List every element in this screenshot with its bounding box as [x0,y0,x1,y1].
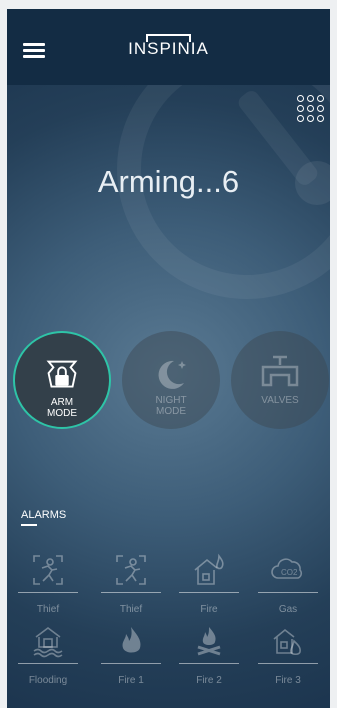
alarm-divider [179,663,239,664]
alarm-label: Flooding [28,675,68,686]
svg-text:CO2: CO2 [281,568,298,577]
valves-label: VALVES [261,395,299,406]
house-fire-icon [273,628,301,656]
top-bar: INSPINIA [7,9,330,85]
alarm-divider [179,592,239,593]
arm-mode-label: ARM MODE [47,397,77,419]
alarms-section-title: ALARMS [21,509,67,521]
alarm-divider [258,663,318,664]
alarm-label: Thief [36,604,60,615]
thief-icon [33,555,63,585]
alarm-thief-1[interactable]: Thief [12,552,84,620]
valves-button[interactable]: VALVES [231,331,329,429]
logo-text: INSPINIA [124,34,213,59]
co2-icon: CO2 [271,558,303,579]
alarm-label: Thief [119,604,143,615]
flame-icon [122,627,141,653]
alarm-label: Fire 3 [275,675,301,686]
alarm-fire-2[interactable]: Fire 2 [173,623,245,691]
alarm-fire[interactable]: Fire [173,552,245,620]
alarm-divider [18,592,78,593]
arming-status-text: Arming...6 [97,164,240,199]
apps-grid-icon[interactable] [297,95,327,125]
alarms-title-underline [21,524,37,526]
night-mode-button[interactable]: NIGHT MODE [122,331,220,429]
campfire-icon [197,627,221,656]
app-logo: INSPINIA [7,34,330,59]
moon-icon [158,360,186,389]
alarm-divider [101,592,161,593]
alarm-fire-1[interactable]: Fire 1 [95,623,167,691]
valve-icon [261,355,299,387]
house-fire-icon [194,553,224,585]
alarm-divider [18,663,78,664]
alarm-label: Fire 2 [196,675,222,686]
flood-icon [33,627,63,658]
alarm-divider [101,663,161,664]
alarm-fire-3[interactable]: Fire 3 [252,623,324,691]
night-mode-label: NIGHT MODE [155,395,187,417]
alarm-thief-2[interactable]: Thief [95,552,167,620]
arm-mode-button[interactable]: ARM MODE [13,331,111,429]
alarm-label: Fire [200,604,218,615]
thief-icon [116,555,146,585]
alarm-label: Gas [278,604,298,615]
app-screen: INSPINIA Arming...6 ARM MODE NIGHT MODE … [7,9,330,708]
alarm-divider [258,592,318,593]
alarm-label: Fire 1 [118,675,144,686]
alarm-flooding[interactable]: Flooding [12,623,84,691]
alarm-lock-icon [46,360,78,388]
alarm-gas[interactable]: CO2 Gas [252,552,324,620]
